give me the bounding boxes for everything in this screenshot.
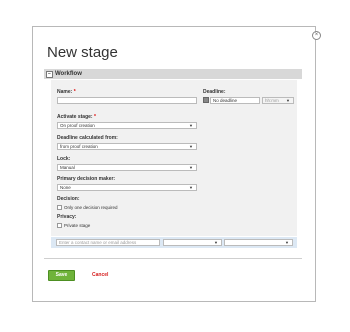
name-label: Name: * xyxy=(57,89,76,95)
deadline-time-select[interactable]: hh:mm ▼ xyxy=(262,97,294,104)
name-input[interactable] xyxy=(57,97,197,104)
workflow-section-header[interactable]: − Workflow xyxy=(44,69,302,79)
privacy-label: Privacy: xyxy=(57,214,77,220)
primary-decision-maker-label: Primary decision maker: xyxy=(57,176,116,182)
footer-divider xyxy=(44,258,302,259)
save-button[interactable]: Save xyxy=(48,270,75,281)
cancel-link[interactable]: Cancel xyxy=(92,272,108,278)
lock-label: Lock: xyxy=(57,156,71,162)
chevron-down-icon: ▼ xyxy=(189,185,193,190)
chevron-down-icon: ▼ xyxy=(214,240,218,245)
only-one-decision-checkbox[interactable] xyxy=(57,205,62,210)
chevron-down-icon: ▼ xyxy=(286,98,290,103)
collapse-icon[interactable]: − xyxy=(46,71,53,78)
deadline-calculated-from-label: Deadline calculated from: xyxy=(57,135,118,141)
private-stage-checkbox[interactable] xyxy=(57,223,62,228)
activate-stage-label: Activate stage: * xyxy=(57,114,96,120)
private-stage-checkbox-label: Private stage xyxy=(64,223,91,228)
deadline-label: Deadline: xyxy=(203,89,226,95)
chevron-down-icon: ▼ xyxy=(189,123,193,128)
primary-decision-maker-value: None xyxy=(60,185,71,190)
close-icon[interactable]: × xyxy=(312,31,321,40)
contact-role-select[interactable]: ▼ xyxy=(163,239,222,246)
chevron-down-icon: ▼ xyxy=(189,165,193,170)
activate-stage-value: On proof creation xyxy=(60,123,95,128)
dialog-title: New stage xyxy=(47,44,118,61)
deadline-input[interactable]: No deadline xyxy=(210,97,260,104)
only-one-decision-checkbox-label: Only one decision required xyxy=(64,205,118,210)
activate-stage-select[interactable]: On proof creation ▼ xyxy=(57,122,197,129)
deadline-calculated-from-select[interactable]: from proof creation ▼ xyxy=(57,143,197,150)
lock-select[interactable]: Manual ▼ xyxy=(57,164,197,171)
contact-option-select[interactable]: ▼ xyxy=(224,239,293,246)
workflow-section-label: Workflow xyxy=(55,71,82,77)
chevron-down-icon: ▼ xyxy=(285,240,289,245)
deadline-calculated-from-value: from proof creation xyxy=(60,144,98,149)
calendar-icon[interactable] xyxy=(203,97,209,103)
contact-search-input[interactable]: Enter a contact name or email address xyxy=(56,239,160,246)
primary-decision-maker-select[interactable]: None ▼ xyxy=(57,184,197,191)
chevron-down-icon: ▼ xyxy=(189,144,193,149)
decision-label: Decision: xyxy=(57,196,80,202)
deadline-time-placeholder: hh:mm xyxy=(265,98,279,103)
lock-value: Manual xyxy=(60,165,75,170)
